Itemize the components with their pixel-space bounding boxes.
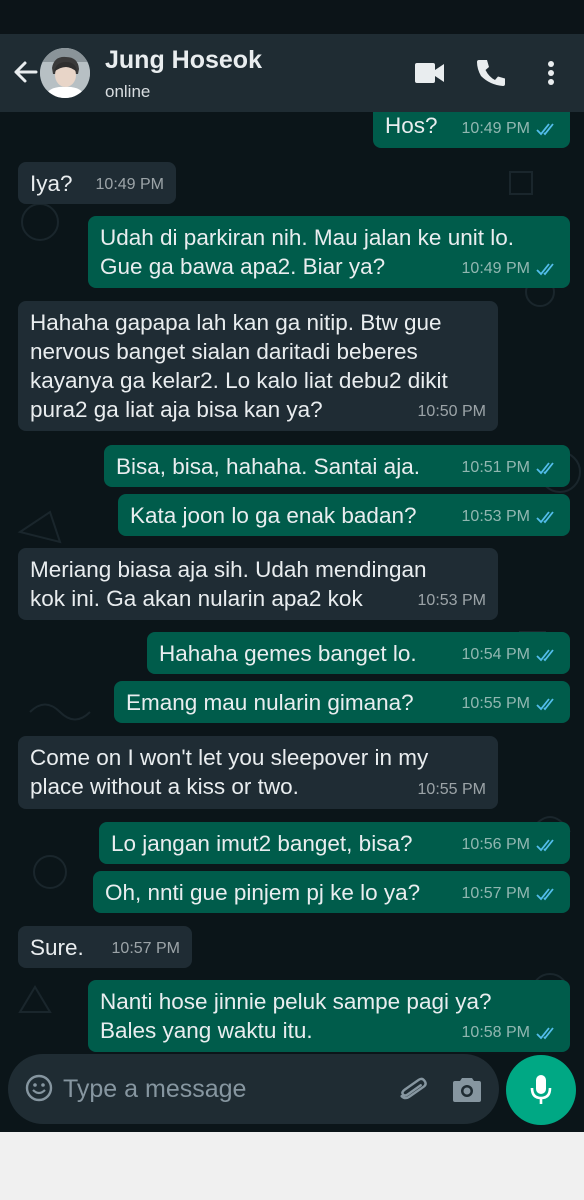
double-check-icon bbox=[536, 838, 554, 851]
message-time: 10:56 PM bbox=[461, 836, 530, 853]
message-time: 10:57 PM bbox=[461, 885, 530, 902]
phone-icon bbox=[477, 60, 505, 86]
message-meta: 10:51 PM bbox=[462, 453, 558, 482]
double-check-icon bbox=[536, 887, 554, 900]
message-time: 10:49 PM bbox=[461, 120, 530, 137]
message-time: 10:55 PM bbox=[417, 781, 486, 798]
message-incoming[interactable]: Sure. 10:57 PM bbox=[18, 926, 192, 968]
message-outgoing[interactable]: Kata joon lo ga enak badan? 10:53 PM bbox=[118, 494, 570, 536]
message-time: 10:51 PM bbox=[461, 459, 530, 476]
double-check-icon bbox=[536, 461, 554, 474]
message-incoming[interactable]: Hahaha gapapa lah kan ga nitip. Btw gue … bbox=[18, 301, 498, 431]
double-check-icon bbox=[536, 510, 554, 523]
message-meta: 10:49 PM bbox=[462, 115, 558, 143]
message-outgoing[interactable]: Bisa, bisa, hahaha. Santai aja. 10:51 PM bbox=[104, 445, 570, 487]
message-time: 10:53 PM bbox=[461, 508, 530, 525]
double-check-icon bbox=[536, 123, 554, 136]
message-outgoing[interactable]: Oh, nnti gue pinjem pj ke lo ya? 10:57 P… bbox=[93, 871, 570, 913]
message-meta: 10:49 PM bbox=[462, 254, 558, 283]
message-time: 10:57 PM bbox=[111, 940, 180, 957]
arrow-left-icon bbox=[14, 61, 38, 83]
message-outgoing[interactable]: Nanti hose jinnie peluk sampe pagi ya? B… bbox=[88, 980, 570, 1052]
phone-screen: Jung Hoseok online Hos? 10:49 PM Iya? 10… bbox=[0, 0, 584, 1132]
double-check-icon bbox=[536, 1026, 554, 1039]
camera-icon[interactable] bbox=[450, 1074, 484, 1106]
message-meta: 10:55 PM bbox=[418, 775, 486, 804]
double-check-icon bbox=[536, 697, 554, 710]
message-meta: 10:53 PM bbox=[462, 502, 558, 531]
message-outgoing[interactable]: Udah di parkiran nih. Mau jalan ke unit … bbox=[88, 216, 570, 288]
message-input[interactable]: Type a message bbox=[63, 1075, 246, 1104]
chat-header: Jung Hoseok online bbox=[0, 34, 584, 112]
message-time: 10:54 PM bbox=[461, 646, 530, 663]
message-time: 10:55 PM bbox=[461, 695, 530, 712]
message-time: 10:53 PM bbox=[417, 592, 486, 609]
message-incoming[interactable]: Iya? 10:49 PM bbox=[18, 162, 176, 204]
message-meta: 10:49 PM bbox=[96, 170, 164, 199]
message-meta: 10:58 PM bbox=[462, 1018, 558, 1047]
video-call-button[interactable] bbox=[412, 56, 448, 90]
message-incoming[interactable]: Come on I won't let you sleepover in my … bbox=[18, 736, 498, 809]
message-composer[interactable]: Type a message bbox=[8, 1054, 499, 1124]
message-meta: 10:53 PM bbox=[418, 586, 486, 615]
video-call-icon bbox=[415, 63, 444, 83]
contact-status: online bbox=[105, 82, 151, 101]
message-outgoing[interactable]: Lo jangan imut2 banget, bisa? 10:56 PM bbox=[99, 822, 570, 864]
message-outgoing[interactable]: Hahaha gemes banget lo. 10:54 PM bbox=[147, 632, 570, 674]
emoji-icon[interactable] bbox=[24, 1073, 54, 1103]
message-meta: 10:50 PM bbox=[418, 397, 486, 426]
message-meta: 10:55 PM bbox=[462, 689, 558, 718]
message-outgoing[interactable]: Emang mau nularin gimana? 10:55 PM bbox=[114, 681, 570, 723]
mic-button[interactable] bbox=[506, 1055, 576, 1125]
message-time: 10:50 PM bbox=[417, 403, 486, 420]
mic-icon bbox=[530, 1075, 552, 1104]
more-vert-icon bbox=[548, 61, 554, 85]
back-button[interactable] bbox=[10, 54, 40, 90]
message-meta: 10:57 PM bbox=[112, 934, 180, 963]
message-meta: 10:54 PM bbox=[462, 640, 558, 669]
message-incoming[interactable]: Meriang biasa aja sih. Udah mendingan ko… bbox=[18, 548, 498, 620]
message-time: 10:58 PM bbox=[461, 1024, 530, 1041]
message-meta: 10:56 PM bbox=[462, 830, 558, 859]
double-check-icon bbox=[536, 262, 554, 275]
avatar-photo bbox=[40, 48, 90, 98]
voice-call-button[interactable] bbox=[473, 56, 509, 90]
message-meta: 10:57 PM bbox=[462, 879, 558, 908]
more-options-button[interactable] bbox=[536, 56, 566, 90]
double-check-icon bbox=[536, 648, 554, 661]
contact-name[interactable]: Jung Hoseok bbox=[105, 46, 262, 75]
paperclip-icon[interactable] bbox=[396, 1072, 430, 1106]
status-bar bbox=[0, 0, 584, 34]
chat-area[interactable]: Hos? 10:49 PM Iya? 10:49 PM Udah di park… bbox=[0, 112, 584, 1132]
avatar[interactable] bbox=[40, 48, 90, 98]
message-time: 10:49 PM bbox=[461, 260, 530, 277]
message-time: 10:49 PM bbox=[95, 176, 164, 193]
message-outgoing[interactable]: Hos? 10:49 PM bbox=[373, 112, 570, 148]
